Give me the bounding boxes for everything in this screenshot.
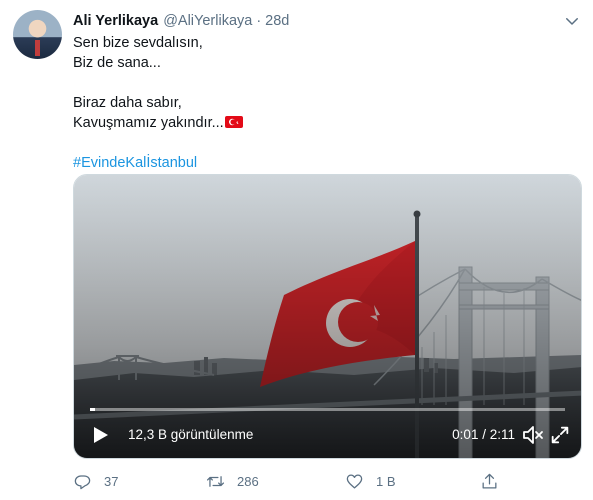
tweet-actions: 37 286 1 B [73, 470, 553, 492]
tweet-line-with-flag: Kavuşmamız yakındır... [73, 113, 243, 133]
like-count: 1 B [376, 473, 396, 489]
tweet-timestamp[interactable]: 28d [265, 13, 289, 29]
video-time: 0:01 / 2:11 [452, 427, 515, 442]
fullscreen-icon[interactable] [549, 424, 571, 446]
tweet-line: Biraz daha sabır, [73, 95, 182, 111]
video-progress-bar[interactable] [90, 408, 565, 411]
tweet-line: Biz de sana... [73, 55, 161, 71]
video-controls: 12,3 B görüntülenme 0:01 / 2:11 [74, 412, 581, 458]
tweet-line: Sen bize sevdalısın, [73, 35, 203, 51]
tweet-line: Kavuşmamız yakındır... [73, 115, 224, 131]
separator-dot: · [256, 13, 262, 29]
hashtag-link[interactable]: #EvindeKalİstanbul [73, 153, 243, 173]
play-icon[interactable] [90, 425, 110, 445]
reply-icon [74, 474, 91, 489]
like-button[interactable]: 1 B [345, 470, 396, 492]
retweet-icon [206, 475, 225, 487]
time-separator: / [478, 427, 490, 442]
share-button[interactable] [480, 470, 499, 492]
video-progress-fill [90, 408, 95, 411]
share-icon [482, 473, 497, 488]
reply-button[interactable]: 37 [73, 470, 118, 492]
volume-muted-icon[interactable] [521, 423, 545, 447]
video-player[interactable]: 12,3 B görüntülenme 0:01 / 2:11 [73, 174, 582, 459]
video-duration: 2:11 [489, 427, 515, 442]
author-handle[interactable]: @AliYerlikaya [163, 13, 252, 29]
chevron-down-icon[interactable] [563, 12, 581, 30]
tweet-text: Sen bize sevdalısın, Biz de sana... Bira… [73, 33, 243, 173]
elapsed-time: 0:01 [452, 427, 479, 442]
heart-icon [346, 474, 363, 488]
reply-count: 37 [104, 473, 119, 489]
turkey-flag-icon [224, 116, 243, 128]
retweet-button[interactable]: 286 [206, 470, 259, 492]
tweet-header: Ali Yerlikaya @AliYerlikaya · 28d [73, 12, 289, 30]
author-name[interactable]: Ali Yerlikaya [73, 13, 158, 29]
retweet-count: 286 [237, 473, 259, 489]
view-count: 12,3 B görüntülenme [128, 427, 254, 442]
avatar[interactable] [13, 10, 62, 59]
